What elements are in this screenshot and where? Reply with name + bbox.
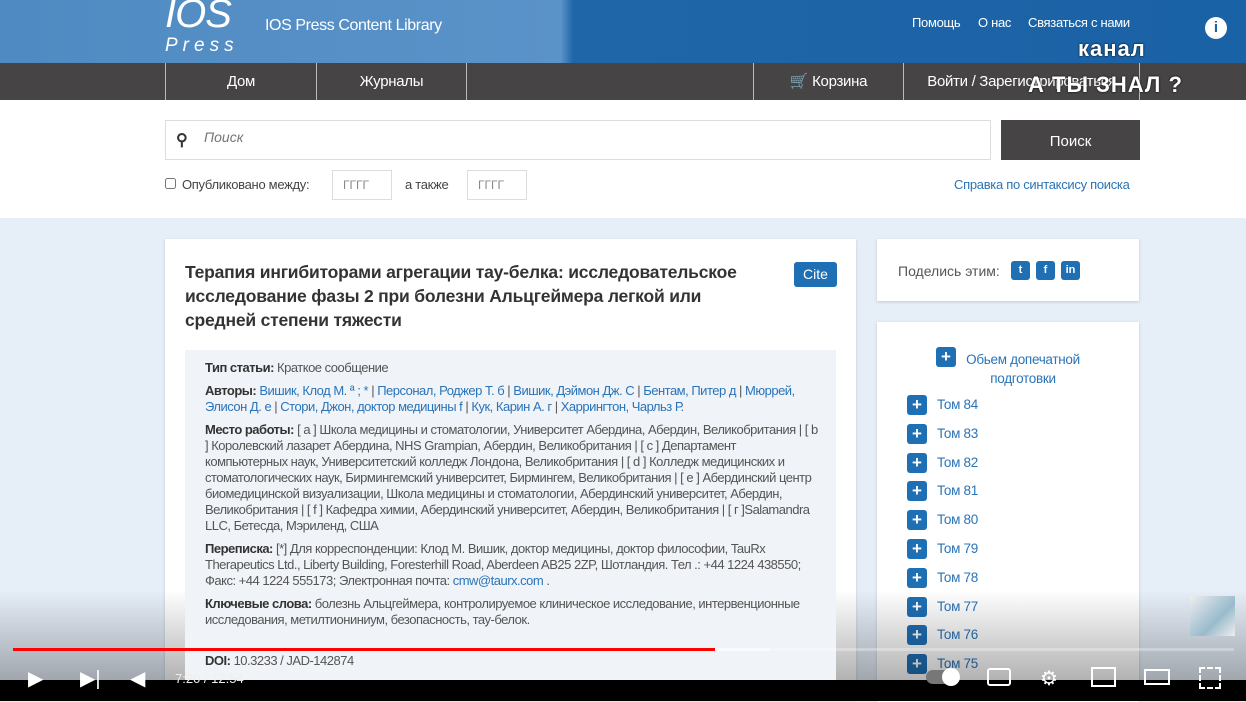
author-link[interactable]: Персонал, Роджер Т. б [377,383,504,398]
plus-icon[interactable]: + [907,625,927,646]
volume-item[interactable]: Том 83 [937,426,978,441]
plus-icon[interactable]: + [907,596,927,617]
volume-item[interactable]: Том 75 [937,656,978,671]
syntax-help-link[interactable]: Справка по синтаксису поиска [954,177,1130,192]
logo-press[interactable]: Press [165,35,239,57]
correspondence: Переписка: [*] Для корреспонденции: Клод… [205,541,801,588]
published-label: Опубликовано между: [182,177,310,192]
author-link[interactable]: Вишик, Дэймон Дж. С [513,383,634,398]
authors: Авторы: Вишик, Клод М. ª ; * | Персонал,… [205,383,795,414]
published-checkbox[interactable] [165,178,176,189]
channel-overlay: канал [1078,36,1146,61]
help-link[interactable]: Помощь [912,15,961,30]
contact-link[interactable]: Связаться с нами [1028,15,1130,30]
plus-icon[interactable]: + [907,452,927,473]
author-link[interactable]: Харрингтон, Чарльз Р. [561,399,684,414]
article-type: Тип статьи: Краткое сообщение [205,360,389,375]
channel-thumbnail[interactable] [1190,596,1235,636]
article-meta: Тип статьи: Краткое сообщение Авторы: Ви… [185,360,836,635]
share-label: Поделись этим: [898,263,1000,279]
plus-icon[interactable]: + [907,423,927,444]
search-input[interactable] [204,129,904,145]
facebook-icon[interactable]: f [1036,261,1055,280]
author-link[interactable]: Кук, Карин А. г [471,399,552,414]
volume-item[interactable]: Том 80 [937,512,978,527]
year-to-input[interactable]: ГГГГ [467,170,527,200]
subtitles-icon[interactable] [987,668,1011,686]
plus-icon[interactable]: + [907,654,927,675]
cart-icon: 🛒 [789,73,809,90]
plus-icon[interactable]: + [936,347,956,367]
volume-item[interactable]: Том 76 [937,627,978,642]
linkedin-icon[interactable]: in [1061,261,1080,280]
nav-spacer [466,63,753,100]
settings-icon[interactable]: ⚙ [1040,666,1058,691]
volume-item[interactable]: Том 81 [937,483,978,498]
plus-icon[interactable]: + [907,510,927,531]
twitter-icon[interactable]: t [1011,261,1030,280]
autoplay-toggle[interactable] [926,668,960,686]
search-box[interactable]: ⚲ [165,120,991,160]
progress-played[interactable] [13,648,716,651]
search-icon: ⚲ [176,132,188,149]
email-link[interactable]: cmw@taurx.com [453,573,544,588]
miniplayer-icon[interactable] [1091,667,1116,687]
fullscreen-icon[interactable] [1199,667,1221,689]
volume-item[interactable]: Том 77 [937,599,978,614]
nav-home[interactable]: Дом [165,63,316,100]
theater-mode-icon[interactable] [1144,669,1170,685]
year-from-input[interactable]: ГГГГ [332,170,392,200]
author-link[interactable]: Бентам, Питер д [643,383,736,398]
next-icon[interactable]: ▶| [80,666,101,691]
article-title: Терапия ингибиторами агрегации тау-белка… [185,262,737,330]
doi: DOI: 10.3233 / JAD-142874 [205,653,354,668]
author-link[interactable]: Стори, Джон, доктор медицины f [280,399,463,414]
affiliations: Место работы: [ a ] Школа медицины и сто… [205,422,818,533]
author-link[interactable]: Вишик, Клод М. ª ; * [259,383,368,398]
cart-label: Корзина [812,73,868,90]
nav-journals[interactable]: Журналы [316,63,466,100]
volume-item[interactable]: Том 78 [937,570,978,585]
library-title: IOS Press Content Library [265,17,442,34]
volume-icon[interactable]: ◀ [130,666,145,691]
about-link[interactable]: О нас [978,15,1011,30]
logo[interactable]: IOS [165,0,232,37]
volume-item[interactable]: Том 79 [937,541,978,556]
volume-item[interactable]: Том 84 [937,397,978,412]
search-button[interactable]: Поиск [1001,120,1140,160]
time-display: 7:20 / 12:54 [175,671,244,686]
info-icon[interactable]: i [1205,17,1227,39]
channel-overlay-2: А ТЫ ЗНАЛ ? [1028,72,1183,97]
keywords: Ключевые слова: болезнь Альцгеймера, кон… [205,596,800,627]
play-icon[interactable]: ▶ [28,666,43,691]
prepress-volume[interactable]: Обьем допечатной подготовки [958,350,1088,388]
nav-cart[interactable]: 🛒 Корзина [753,63,903,100]
cite-button[interactable]: Cite [794,262,837,287]
plus-icon[interactable]: + [907,481,927,502]
and-label: а также [405,177,449,192]
plus-icon[interactable]: + [907,395,927,415]
plus-icon[interactable]: + [907,567,927,588]
volume-item[interactable]: Том 82 [937,455,978,470]
plus-icon[interactable]: + [907,539,927,559]
